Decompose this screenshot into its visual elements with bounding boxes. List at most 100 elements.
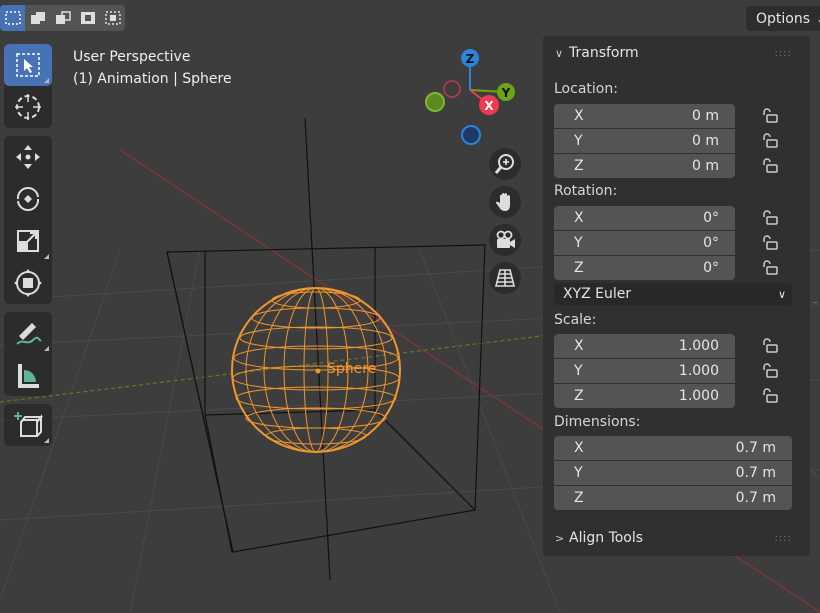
selection-mode-group xyxy=(0,5,125,31)
view-name: User Perspective xyxy=(73,49,191,65)
submenu-indicator xyxy=(44,78,49,83)
dimensions-z-field[interactable]: Z 0.7 m xyxy=(554,486,792,510)
gizmo-neg-y[interactable] xyxy=(425,92,445,112)
transform-tool[interactable] xyxy=(4,262,52,304)
lock-scale-x-icon[interactable] xyxy=(760,336,780,356)
field-value: 0 m xyxy=(692,133,719,149)
perspective-toggle-button[interactable] xyxy=(489,262,521,294)
tool-group-annotate xyxy=(4,312,52,396)
options-dropdown[interactable]: Options ⌄ xyxy=(746,6,820,31)
field-value: 1.000 xyxy=(678,363,719,379)
panel-grip[interactable]: :::: xyxy=(775,533,792,544)
chevron-down-icon: ⌄ xyxy=(816,12,820,26)
gizmo-z-label: Z xyxy=(466,52,475,66)
field-value: 0 m xyxy=(692,108,719,124)
select-extend-button[interactable] xyxy=(25,5,50,31)
select-invert-button[interactable] xyxy=(75,5,100,31)
location-x-field[interactable]: X 0 m xyxy=(554,104,735,128)
options-label: Options xyxy=(756,10,811,27)
zoom-button[interactable] xyxy=(489,148,521,180)
pan-button[interactable] xyxy=(489,186,521,218)
lock-location-x-icon[interactable] xyxy=(760,106,780,126)
axis-label: Y xyxy=(574,133,583,149)
submenu-indicator xyxy=(44,438,49,443)
dimensions-label: Dimensions: xyxy=(554,414,641,430)
select-subtract-icon xyxy=(55,11,71,24)
chevron-down-icon: ∨ xyxy=(777,287,786,301)
lock-scale-z-icon[interactable] xyxy=(760,386,780,406)
lock-scale-y-icon[interactable] xyxy=(760,361,780,381)
viewport-header: Options ⌄ xyxy=(0,0,820,36)
grid-perspective-icon xyxy=(494,269,516,287)
select-intersect-button[interactable] xyxy=(100,5,125,31)
chevron-down-icon: ∨ xyxy=(555,46,564,60)
select-new-button[interactable] xyxy=(0,5,25,31)
rotate-icon xyxy=(16,187,40,211)
cursor-tool[interactable] xyxy=(4,86,52,128)
transform-panel-header[interactable]: ∨ Transform xyxy=(555,40,639,66)
tool-group-select xyxy=(4,44,52,128)
panel-grip[interactable]: :::: xyxy=(775,48,792,59)
rotate-tool[interactable] xyxy=(4,178,52,220)
align-tools-panel-header[interactable]: > Align Tools xyxy=(555,525,643,551)
lock-rotation-z-icon[interactable] xyxy=(760,258,780,278)
location-label: Location: xyxy=(554,81,618,97)
gizmo-y-label: Y xyxy=(501,86,511,100)
field-value: 0 m xyxy=(692,158,719,174)
axis-label: Y xyxy=(574,363,583,379)
lock-location-z-icon[interactable] xyxy=(760,156,780,176)
transform-icon xyxy=(14,269,42,297)
add-cube-icon xyxy=(14,412,43,437)
camera-icon xyxy=(496,230,515,248)
transform-title: Transform xyxy=(569,45,639,61)
field-value: 0° xyxy=(703,260,719,276)
measure-tool[interactable] xyxy=(4,354,52,396)
select-subtract-button[interactable] xyxy=(50,5,75,31)
lock-rotation-x-icon[interactable] xyxy=(760,208,780,228)
location-y-field[interactable]: Y 0 m xyxy=(554,129,735,153)
axis-label: Z xyxy=(574,490,584,506)
gizmo-x-label: X xyxy=(484,99,494,113)
rotation-x-field[interactable]: X 0° xyxy=(554,206,735,230)
3d-viewport[interactable]: Sphere Z Y X Options User Perspective (1… xyxy=(0,0,820,613)
lock-location-y-icon[interactable] xyxy=(760,131,780,151)
rotation-y-field[interactable]: Y 0° xyxy=(554,231,735,255)
origin-dot xyxy=(315,368,321,374)
dimensions-x-field[interactable]: X 0.7 m xyxy=(554,436,792,460)
axis-label: Z xyxy=(574,158,584,174)
scale-z-field[interactable]: Z 1.000 xyxy=(554,384,735,408)
rotation-mode-value: XYZ Euler xyxy=(563,286,632,302)
gizmo-neg-z[interactable] xyxy=(461,125,481,145)
gizmo-neg-x[interactable] xyxy=(443,80,461,98)
add-cube-tool[interactable] xyxy=(4,404,52,446)
camera-view-button[interactable] xyxy=(489,224,521,256)
tool-group-add xyxy=(4,404,52,446)
tool-shelf xyxy=(4,44,52,454)
viewport-info: User Perspective (1) Animation | Sphere xyxy=(73,46,232,90)
scale-tool[interactable] xyxy=(4,220,52,262)
sidebar-n-panel: ∨ Transform :::: Location: X0 m Y0 m Z0 … xyxy=(543,36,810,556)
axis-label: Z xyxy=(574,260,584,276)
rotation-mode-select[interactable]: XYZ Euler ∨ xyxy=(554,283,792,305)
lock-rotation-y-icon[interactable] xyxy=(760,233,780,253)
select-box-icon xyxy=(16,53,40,77)
move-tool[interactable] xyxy=(4,136,52,178)
annotate-pencil-icon xyxy=(16,323,42,345)
context-text: (1) Animation | Sphere xyxy=(73,71,232,87)
location-z-field[interactable]: Z 0 m xyxy=(554,154,735,178)
rotation-label: Rotation: xyxy=(554,183,618,199)
navigation-gizmo[interactable]: Z Y X xyxy=(425,49,515,145)
move-icon xyxy=(16,145,40,169)
select-new-icon xyxy=(4,11,21,25)
select-box-tool[interactable] xyxy=(4,44,52,86)
scale-x-field[interactable]: X 1.000 xyxy=(554,334,735,358)
dimensions-y-field[interactable]: Y 0.7 m xyxy=(554,461,792,485)
field-value: 0.7 m xyxy=(735,440,776,456)
scale-label: Scale: xyxy=(554,312,597,328)
field-value: 1.000 xyxy=(678,338,719,354)
axis-label: X xyxy=(574,338,584,354)
annotate-tool[interactable] xyxy=(4,312,52,354)
submenu-indicator xyxy=(44,254,49,259)
scale-y-field[interactable]: Y 1.000 xyxy=(554,359,735,383)
rotation-z-field[interactable]: Z 0° xyxy=(554,256,735,280)
